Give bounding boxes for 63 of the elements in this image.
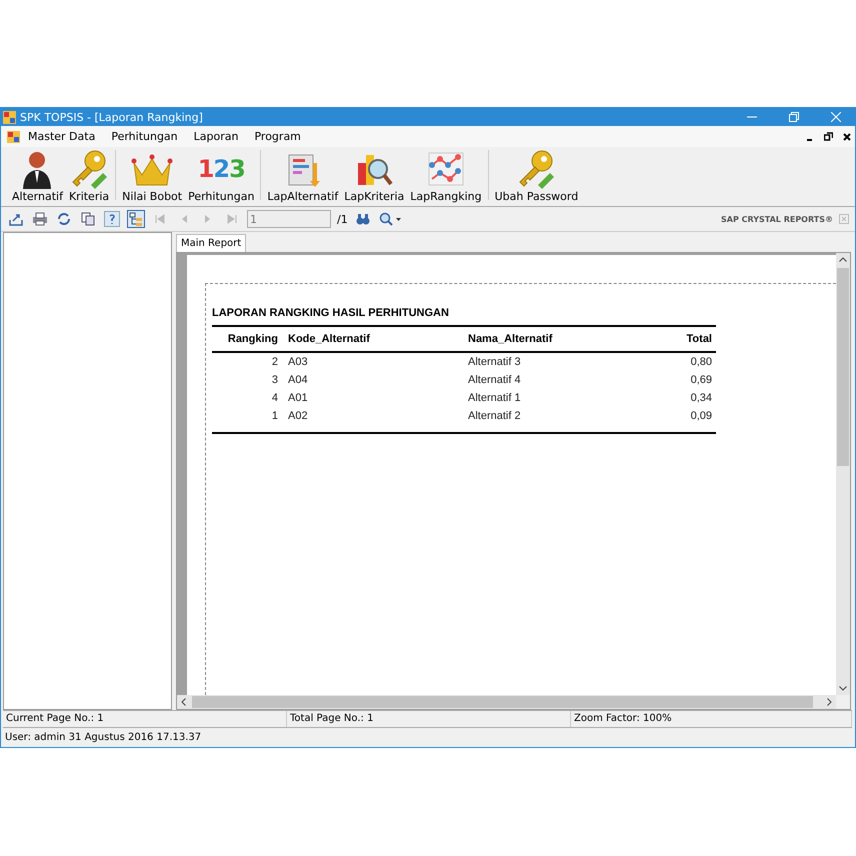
toolbar-button[interactable]: Kriteria [66, 149, 112, 203]
copy-icon[interactable] [81, 212, 95, 226]
refresh-icon[interactable] [57, 212, 71, 226]
group-tree-icon[interactable] [127, 210, 145, 228]
document-icon [7, 130, 20, 142]
app-icon [3, 110, 16, 124]
table-cell: 0,80 [642, 352, 716, 371]
page-number-field[interactable]: 1 [247, 210, 331, 228]
table-cell-text: Alternatif 1 [467, 391, 522, 406]
table-cell: 2 [212, 352, 282, 371]
page-total: /1 [337, 212, 348, 226]
menu-item[interactable]: Perhitungan [103, 130, 186, 143]
table-cell-text: A01 [287, 391, 309, 406]
table-cell-text: 4 [270, 391, 279, 406]
menu-item[interactable]: Laporan [186, 130, 246, 143]
status-text: Zoom Factor: 100% [571, 711, 852, 727]
scroll-down-icon[interactable] [839, 686, 847, 691]
table-cell-text: 3 [270, 373, 279, 388]
table-cell-text: Alternatif 2 [467, 409, 522, 424]
table-cell-text: 0,09 [690, 409, 713, 424]
report-title: LAPORAN RANGKING HASIL PERHITUNGAN [212, 307, 450, 319]
user-status-text: User: admin 31 Agustus 2016 17.13.37 [5, 732, 202, 743]
table-cell-text: Alternatif 4 [467, 373, 522, 388]
status-text: Total Page No.: 1 [287, 711, 571, 727]
window-title: SPK TOPSIS - [Laporan Rangking] [20, 110, 204, 124]
zoom-icon[interactable] [378, 212, 401, 226]
toolbar-button[interactable]: LapRangking [407, 149, 485, 203]
export-icon[interactable] [8, 212, 24, 226]
toolbar-button[interactable]: 123 Perhitungan [185, 149, 258, 203]
menu-item[interactable]: Program [246, 130, 309, 143]
column-header: Nama_Alternatif [462, 326, 642, 352]
table-cell-text: 0,69 [690, 373, 713, 388]
help-icon[interactable] [104, 211, 120, 227]
scroll-thumb[interactable] [837, 268, 849, 466]
table-cell-text: 1 [270, 409, 279, 424]
scroll-thumb[interactable] [192, 696, 813, 708]
restore-icon[interactable] [824, 132, 833, 141]
scroll-left-icon[interactable] [181, 698, 186, 706]
table-cell: A03 [282, 352, 462, 371]
menu-item[interactable]: Master Data [20, 130, 104, 143]
table-cell-text: 0,34 [690, 391, 713, 406]
scroll-right-icon[interactable] [827, 698, 832, 706]
column-header: Total [642, 326, 716, 352]
table-cell-text: A02 [287, 409, 309, 424]
vertical-scrollbar[interactable] [836, 253, 850, 695]
toolbar-button[interactable]: Nilai Bobot [119, 149, 186, 203]
binoculars-icon[interactable] [356, 213, 370, 225]
horizontal-scrollbar[interactable] [177, 695, 836, 709]
brand-label: SAP CRYSTAL REPORTS® [721, 214, 833, 224]
scroll-up-icon[interactable] [839, 257, 847, 262]
column-header: Kode_Alternatif [282, 326, 462, 352]
column-header: Rangking [212, 326, 282, 352]
report-tab[interactable]: Main Report [176, 234, 246, 252]
close-icon[interactable] [843, 132, 851, 140]
digits-icon: 123 [198, 149, 245, 189]
table-cell-text: A04 [287, 373, 309, 388]
toolbar-button[interactable]: LapAlternatif [264, 149, 342, 203]
toolbar-button[interactable]: Ubah Password [492, 149, 582, 203]
status-text: Current Page No.: 1 [3, 711, 287, 727]
table-cell: Alternatif 3 [462, 352, 642, 371]
toolbar-button[interactable]: LapKriteria [341, 149, 408, 203]
print-icon[interactable] [32, 212, 48, 226]
toolbar-button[interactable]: Alternatif [9, 149, 66, 203]
